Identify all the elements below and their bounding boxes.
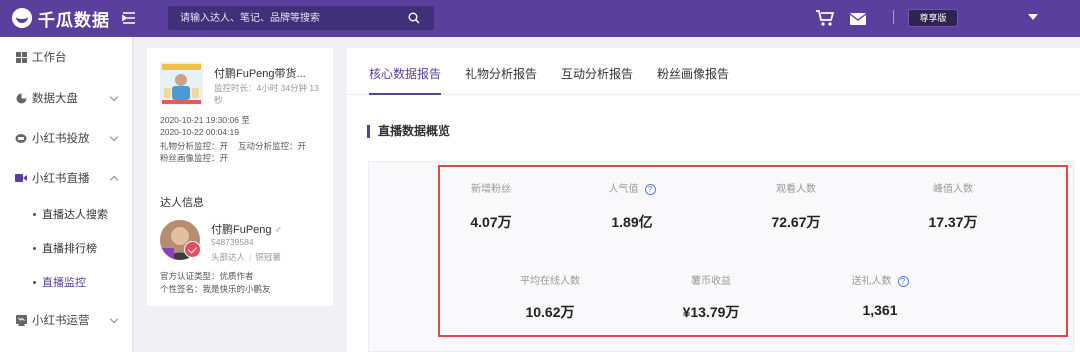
gift-monitor-status: 礼物分析监控：开 xyxy=(160,141,229,151)
search-box xyxy=(168,6,434,30)
chevron-down-icon xyxy=(109,314,119,324)
search-input[interactable] xyxy=(168,6,394,30)
main-panel: 核心数据报告 礼物分析报告 互动分析报告 粉丝画像报告 直播数据概览 新增粉丝 … xyxy=(347,48,1080,352)
pie-chart-icon xyxy=(15,92,27,104)
cart-icon[interactable] xyxy=(815,9,835,27)
talent-name-text: 付鹏FuPeng xyxy=(211,224,272,236)
report-tabs: 核心数据报告 礼物分析报告 互动分析报告 粉丝画像报告 xyxy=(347,48,1080,95)
mail-icon[interactable] xyxy=(849,12,867,25)
stat-label-gift-senders: 送礼人数? xyxy=(825,272,935,287)
sidebar-subitem-live-search[interactable]: 直播达人搜索 xyxy=(0,199,133,229)
stat-label-peak-viewers: 峰值人数 xyxy=(933,184,973,195)
talent-level-tag: 头部达人 xyxy=(211,252,246,262)
stream-title[interactable]: 付鹏FuPeng带货... xyxy=(214,65,306,81)
sidebar-item-data-overview[interactable]: 数据大盘 xyxy=(0,81,133,115)
sidebar-item-label: 小红书直播 xyxy=(32,173,90,185)
sidebar-item-operations[interactable]: 小红书运营 xyxy=(0,303,133,337)
sidebar-item-workbench[interactable]: 工作台 xyxy=(0,40,133,74)
plan-badge[interactable]: 尊享版 xyxy=(908,9,958,27)
chevron-up-icon xyxy=(109,175,119,185)
stat-value-viewers: 72.67万 xyxy=(771,214,821,230)
talent-id: 548739584 xyxy=(211,237,254,247)
male-icon: ♂ xyxy=(274,225,283,236)
sidebar-item-label: 小红书投放 xyxy=(32,133,90,145)
fan-monitor-status: 粉丝画像监控：开 xyxy=(160,153,229,163)
stats-panel: 新增粉丝 4.07万 人气值? 1.89亿 观看人数 72.67万 峰值人数 1… xyxy=(368,161,1074,352)
stat-label-coin-revenue: 薯币收益 xyxy=(691,276,731,287)
verified-icon xyxy=(184,241,201,258)
search-icon xyxy=(408,12,420,24)
stat-label-new-fans: 新增粉丝 xyxy=(471,184,511,195)
talent-rank-tag: 铜冠薯 xyxy=(255,252,281,262)
sidebar-item-label: 数据大盘 xyxy=(32,93,78,105)
tab-core-data[interactable]: 核心数据报告 xyxy=(369,48,442,95)
sidebar-item-placement[interactable]: 小红书投放 xyxy=(0,121,133,155)
chevron-down-icon xyxy=(109,92,119,102)
help-icon[interactable]: ? xyxy=(897,276,909,287)
stat-value-new-fans: 4.07万 xyxy=(470,214,512,230)
stream-cover-image[interactable] xyxy=(160,62,203,105)
dashboard-icon xyxy=(15,51,27,63)
stat-label-viewers: 观看人数 xyxy=(776,184,816,195)
sidebar-item-label: 小红书运营 xyxy=(32,315,90,327)
top-bar: 千瓜数据 尊享版 xyxy=(0,0,1080,37)
stat-value-peak-viewers: 17.37万 xyxy=(928,214,978,230)
tab-gift-analysis[interactable]: 礼物分析报告 xyxy=(465,48,537,95)
time-range-start: 2020-10-21 19:30:06 至 xyxy=(160,115,250,125)
talent-tags: 头部达人 | 铜冠薯 xyxy=(211,251,281,263)
logo[interactable]: 千瓜数据 xyxy=(12,6,110,30)
sidebar-item-label: 工作台 xyxy=(32,52,67,64)
tab-interaction-analysis[interactable]: 互动分析报告 xyxy=(561,48,633,95)
divider: | xyxy=(249,252,252,262)
monitor-duration: 监控时长：4小时 34分钟 13秒 xyxy=(214,83,319,105)
section-title: 直播数据概览 xyxy=(367,125,450,138)
sidebar-subitem-live-ranking[interactable]: 直播排行榜 xyxy=(0,233,133,263)
stat-value-popularity: 1.89亿 xyxy=(611,214,653,230)
tab-fan-profile[interactable]: 粉丝画像报告 xyxy=(657,48,729,95)
stat-value-coin-revenue: ¥13.79万 xyxy=(682,304,740,320)
placement-icon xyxy=(15,132,27,144)
streamer-card: 付鹏FuPeng带货... 监控时长：4小时 34分钟 13秒 2020-10-… xyxy=(147,48,333,306)
operations-icon xyxy=(15,314,27,326)
video-icon xyxy=(15,172,27,184)
time-range-end: 2020-10-22 00:04:19 xyxy=(160,127,239,137)
talent-name[interactable]: 付鹏FuPeng ♂ xyxy=(211,221,282,237)
stat-value-avg-online: 10.62万 xyxy=(525,304,575,320)
sidebar-item-live[interactable]: 小红书直播 xyxy=(0,161,133,195)
divider xyxy=(893,10,894,24)
stat-value-gift-senders: 1,361 xyxy=(862,302,898,318)
search-button[interactable] xyxy=(394,6,434,30)
chevron-down-icon xyxy=(109,132,119,142)
interaction-monitor-status: 互动分析监控：开 xyxy=(238,141,307,151)
sidebar-subitem-label: 直播达人搜索 xyxy=(42,209,108,221)
account-dropdown-icon[interactable] xyxy=(1028,14,1038,20)
sidebar: 工作台 数据大盘 小红书投放 小红书直播 直播达人搜索 直播排行榜 直播监控 小… xyxy=(0,37,133,352)
brand-name: 千瓜数据 xyxy=(38,10,110,30)
stat-label-avg-online: 平均在线人数 xyxy=(520,276,580,287)
sidebar-subitem-label: 直播排行榜 xyxy=(42,243,97,255)
help-icon[interactable]: ? xyxy=(644,184,656,195)
sidebar-subitem-live-monitor[interactable]: 直播监控 xyxy=(0,267,133,297)
stat-label-popularity: 人气值? xyxy=(577,180,687,195)
talent-info-heading: 达人信息 xyxy=(160,197,204,209)
menu-toggle-icon[interactable] xyxy=(121,10,137,26)
certification-type: 官方认证类型：优质作者 xyxy=(160,271,254,281)
logo-icon xyxy=(12,8,32,28)
signature: 个性签名：我是快乐的小鹏友 xyxy=(160,284,271,294)
sidebar-subitem-label: 直播监控 xyxy=(42,277,86,289)
